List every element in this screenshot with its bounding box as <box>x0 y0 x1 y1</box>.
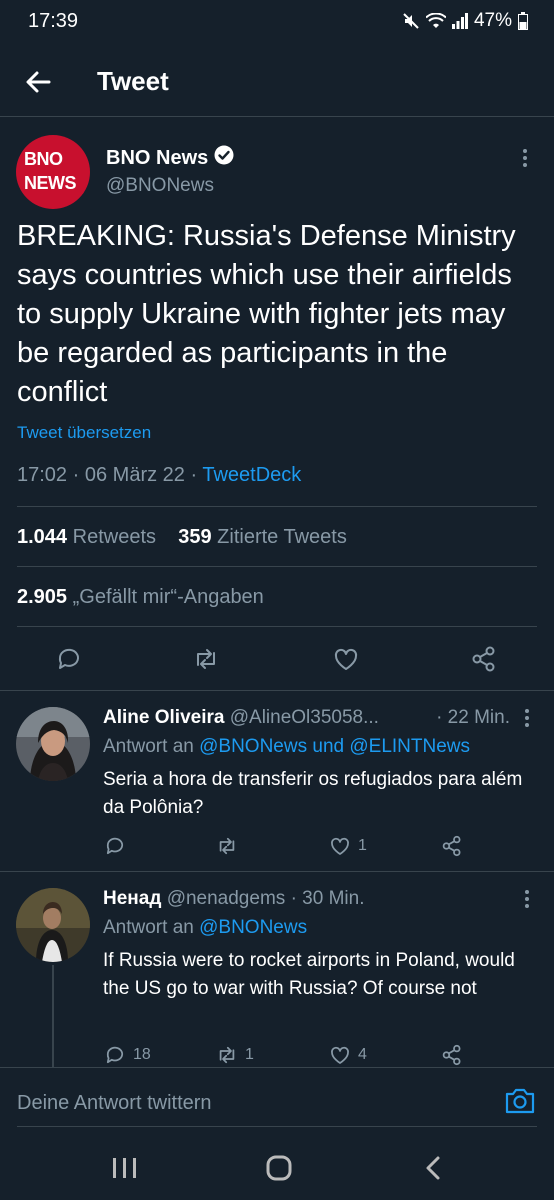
top-bar: Tweet <box>0 44 554 117</box>
reply-author-name[interactable]: Ненад <box>103 888 161 909</box>
reply-tweet[interactable]: Aline Oliveira @AlineOl35058... · 22 Min… <box>0 691 554 871</box>
reply-avatar[interactable] <box>16 707 90 781</box>
like-count: 4 <box>358 1046 367 1063</box>
reply-text: Seria a hora de transferir os refugiados… <box>103 769 523 818</box>
like-count: 1 <box>358 837 367 854</box>
home-icon[interactable] <box>264 1155 294 1181</box>
signal-icon <box>451 13 468 29</box>
more-options-icon[interactable] <box>520 889 534 909</box>
page-title: Tweet <box>97 66 169 96</box>
more-options-icon[interactable] <box>520 708 534 728</box>
translate-tweet-link[interactable]: Tweet übersetzen <box>17 423 151 443</box>
reply-actions: 1 <box>103 834 543 860</box>
reply-time: · 22 Min. <box>436 707 510 728</box>
wifi-icon <box>425 13 446 29</box>
retweet-icon <box>219 1046 235 1064</box>
divider <box>17 566 537 567</box>
likes-label: „Gefällt mir“-Angaben <box>72 586 264 608</box>
reply-compose-input[interactable]: Deine Antwort twittern <box>17 1092 212 1115</box>
tweet-meta: 17:02 · 06 März 22 · TweetDeck <box>17 464 301 487</box>
author-handle[interactable]: @BNONews <box>106 175 214 197</box>
verified-badge-icon <box>214 145 234 171</box>
like-heart-icon <box>331 1046 349 1064</box>
avatar-logo-line1: BNO <box>24 149 63 169</box>
reply-actions: 18 1 4 <box>103 1043 543 1069</box>
reply-reply-button[interactable]: 18 <box>103 1043 151 1067</box>
reply-text: If Russia were to rocket airports in Pol… <box>103 950 515 999</box>
reply-header: Aline Oliveira @AlineOl35058... <box>103 707 379 729</box>
status-time: 17:39 <box>28 10 79 32</box>
reply-share-button[interactable] <box>440 834 464 858</box>
reply-reply-button[interactable] <box>103 834 133 858</box>
reply-to-prefix: Antwort an <box>103 736 194 757</box>
tweet-actions <box>0 644 554 676</box>
retweets-count: 1.044 <box>17 526 68 548</box>
retweet-icon[interactable] <box>191 644 221 674</box>
share-icon[interactable] <box>469 644 499 674</box>
battery-icon <box>518 12 528 30</box>
reply-to-mention[interactable]: @BNONews <box>199 917 307 938</box>
reply-like-button[interactable]: 1 <box>328 834 367 858</box>
author-name-text: BNO News <box>106 146 209 169</box>
like-heart-icon[interactable] <box>331 644 361 674</box>
share-icon <box>442 835 461 857</box>
tweet-text: BREAKING: Russia's Defense Ministry says… <box>17 220 516 408</box>
reply-like-button[interactable]: 4 <box>328 1043 367 1067</box>
meta-separator: · <box>72 464 80 486</box>
author-name[interactable]: BNO News <box>106 145 234 171</box>
reply-author-name[interactable]: Aline Oliveira <box>103 707 224 728</box>
compose-underline <box>17 1126 537 1127</box>
camera-icon[interactable] <box>504 1086 536 1116</box>
reply-count: 18 <box>133 1046 151 1063</box>
reply-to-line: Antwort an @BNONews <box>103 917 307 939</box>
reply-tweet[interactable]: Ненад @nenadgems · 30 Min. Antwort an @B… <box>0 872 554 1067</box>
quotes-count: 359 <box>178 526 212 548</box>
reply-retweet-button[interactable]: 1 <box>215 1043 254 1067</box>
reply-retweet-button[interactable] <box>215 834 245 858</box>
reply-icon <box>106 1046 124 1064</box>
mute-icon <box>402 12 420 30</box>
reply-to-prefix: Antwort an <box>103 917 194 938</box>
likes-count: 2.905 <box>17 586 68 608</box>
retweet-count: 1 <box>245 1046 254 1063</box>
reply-time: · 30 Min. <box>290 888 365 909</box>
tweet-date: 06 März 22 <box>84 464 185 486</box>
share-icon <box>442 1044 461 1066</box>
reply-icon[interactable] <box>54 644 84 674</box>
back-nav-icon[interactable] <box>420 1155 450 1181</box>
meta-separator: · <box>190 464 198 486</box>
battery-percent: 47% <box>473 10 512 31</box>
retweet-icon <box>219 837 235 855</box>
reply-to-mention[interactable]: @ELINTNews <box>349 736 470 757</box>
tweet-time: 17:02 <box>17 464 68 486</box>
reply-to-line: Antwort an @BNONews und @ELINTNews <box>103 736 470 758</box>
like-heart-icon <box>331 837 349 855</box>
reply-author-handle[interactable]: @AlineOl35058... <box>230 707 379 728</box>
divider <box>17 626 537 627</box>
reply-author-handle[interactable]: @nenadgems <box>167 888 286 909</box>
status-bar: 17:39 47% <box>0 0 554 44</box>
compose-bar: Deine Antwort twittern <box>0 1067 554 1134</box>
reply-to-and[interactable]: und <box>312 736 344 757</box>
reply-header: Ненад @nenadgems · 30 Min. <box>103 888 364 910</box>
system-nav-bar <box>0 1133 554 1200</box>
recent-apps-icon[interactable] <box>110 1155 140 1181</box>
reply-avatar[interactable] <box>16 888 90 962</box>
bno-avatar[interactable]: BNO NEWS <box>16 135 90 209</box>
quotes-label: Zitierte Tweets <box>217 526 347 548</box>
divider <box>17 506 537 507</box>
reply-to-mention[interactable]: @BNONews <box>199 736 307 757</box>
retweet-stats[interactable]: 1.044 Retweets 359 Zitierte Tweets <box>17 526 347 549</box>
reply-icon <box>106 837 124 855</box>
reply-share-button[interactable] <box>440 1043 464 1067</box>
status-icons: 47% <box>402 10 528 32</box>
likes-stats[interactable]: 2.905 „Gefällt mir“-Angaben <box>17 586 264 609</box>
thread-line <box>52 965 54 1067</box>
tweet-source-link[interactable]: TweetDeck <box>202 464 301 486</box>
more-options-icon[interactable] <box>518 147 532 169</box>
avatar-logo-line2: NEWS <box>24 173 84 194</box>
retweets-label: Retweets <box>72 526 156 548</box>
back-arrow-icon[interactable] <box>22 66 54 98</box>
